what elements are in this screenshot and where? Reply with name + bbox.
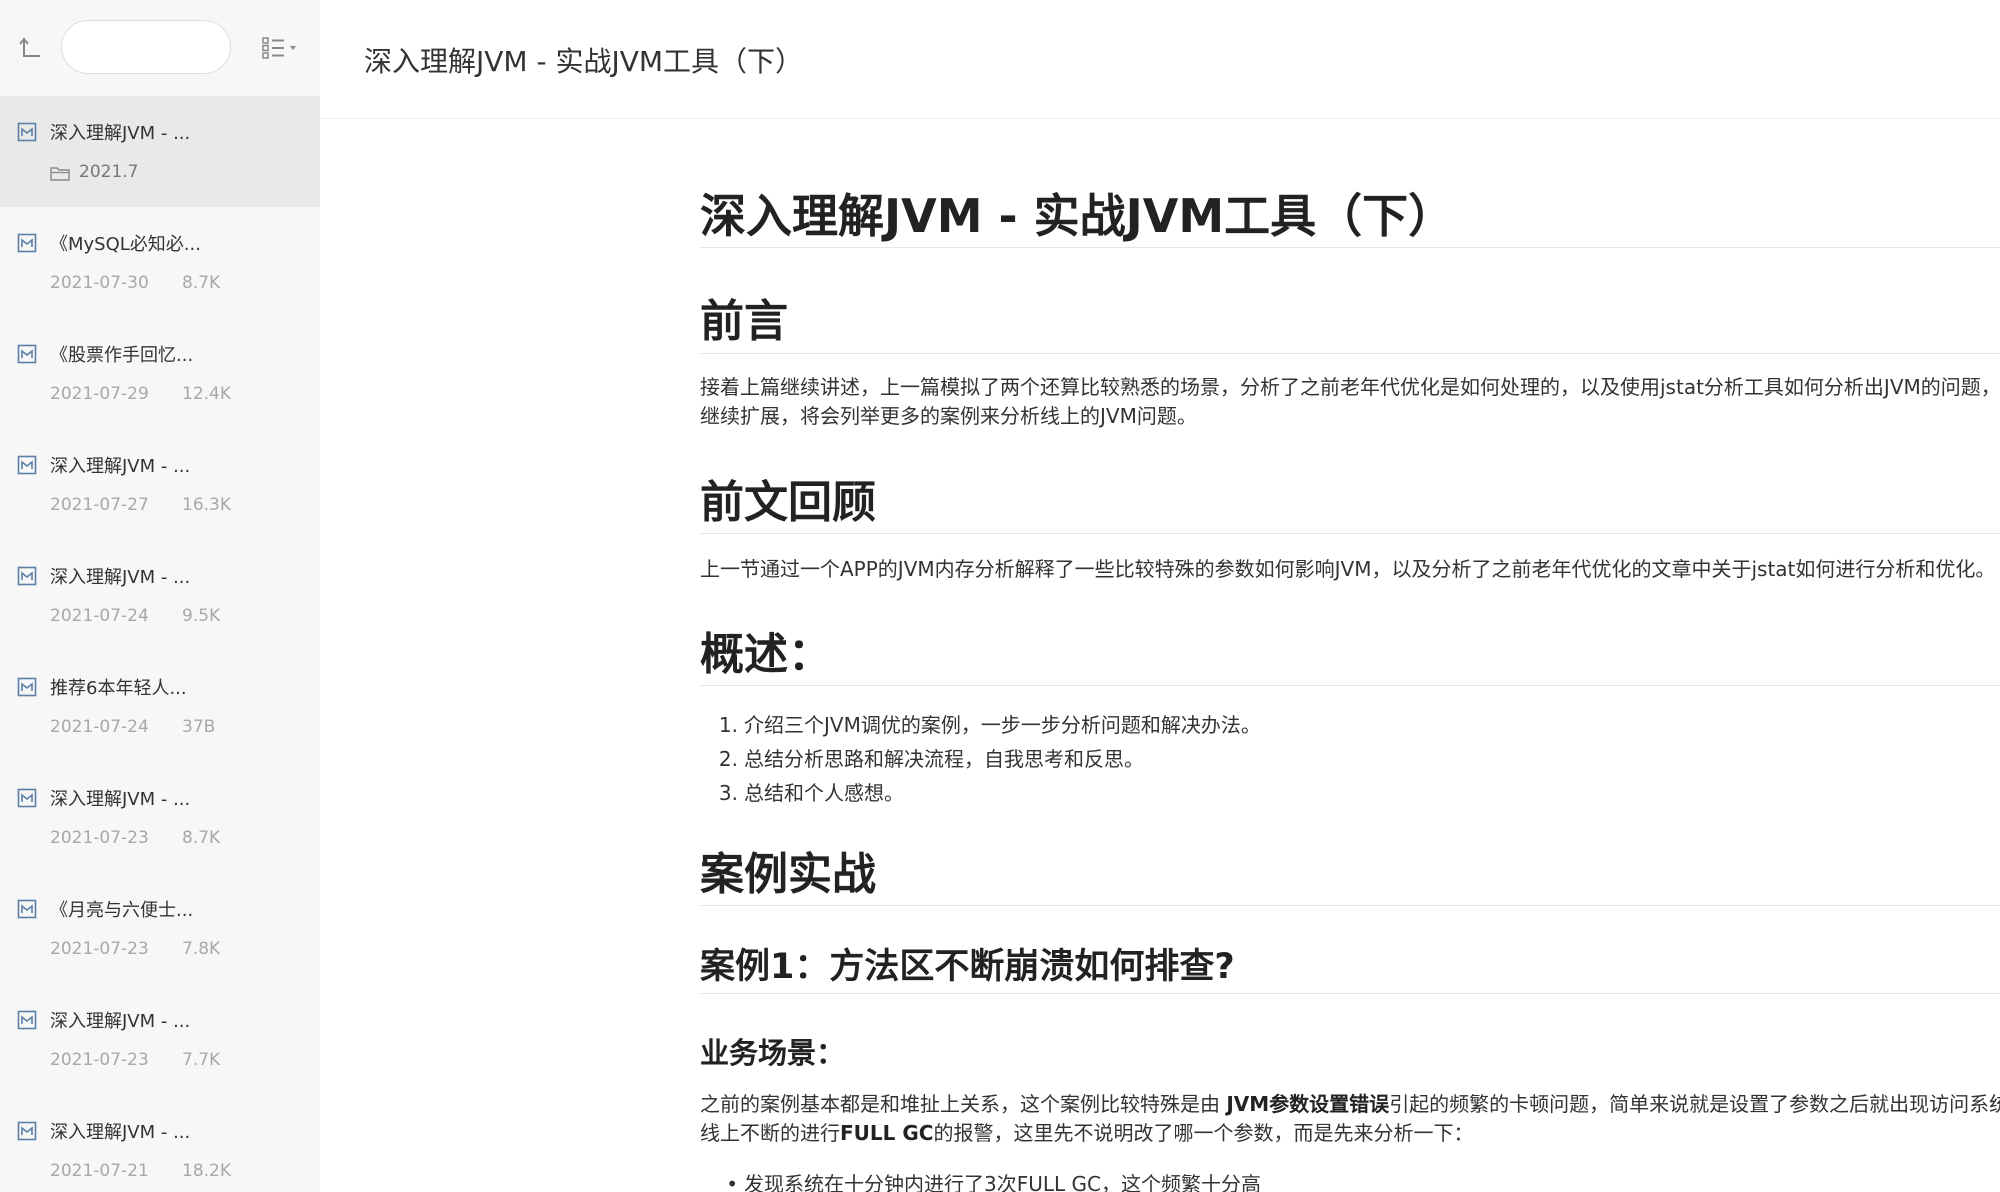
business-paragraph-line1: 之前的案例基本都是和堆扯上关系，这个案例比较特殊是由 JVM参数设置错误引起的频…: [700, 1090, 2000, 1119]
list-text: 总结分析思路和解决流程，自我思考和反思。: [744, 747, 1144, 771]
article-content: 深入理解JVM - 实战JVM工具（下） 前言 接着上篇继续讲述，上一篇模拟了两…: [700, 118, 2000, 1192]
article-h1: 深入理解JVM - 实战JVM工具（下）: [700, 189, 1455, 243]
list-text: 发现系统在十分钟内进行了3次FULL GC，这个频繁十分高: [744, 1172, 1261, 1192]
text-run: 的报警，这里先不说明改了哪一个参数，而是先来分析一下：: [933, 1121, 1474, 1145]
search-input[interactable]: [61, 20, 231, 74]
bold-text: JVM参数设置错误: [1226, 1092, 1390, 1116]
list-item: 2. 总结分析思路和解决流程，自我思考和反思。: [700, 742, 1261, 776]
list-item: 1. 介绍三个JVM调优的案例，一步一步分析问题和解决办法。: [700, 708, 1261, 742]
heading-divider: [700, 247, 2000, 248]
list-item-size: 7.7K: [182, 1050, 221, 1070]
list-item-date: 2021-07-24: [50, 717, 149, 737]
list-item-date: 2021-07-23: [50, 1050, 149, 1070]
heading-cases: 案例实战: [700, 849, 876, 900]
list-item-size: 18.2K: [182, 1161, 231, 1181]
list-item-title: 《MySQL必知必...: [50, 234, 201, 255]
list-item-date: 2021-07-21: [50, 1161, 149, 1181]
markdown-doc-icon: [17, 677, 37, 697]
list-text: 总结和个人感想。: [744, 781, 904, 805]
file-list-sidebar: 深入理解JVM - ... 2021.7 《MySQL必知必... 2021-0…: [0, 0, 320, 1192]
heading-overview: 概述：: [700, 629, 832, 680]
list-item-title: 深入理解JVM - ...: [50, 456, 191, 477]
list-item-title: 深入理解JVM - ...: [50, 567, 191, 588]
list-item-size: 8.7K: [182, 273, 221, 293]
bold-text: FULL GC: [840, 1121, 934, 1145]
list-item-title: 深入理解JVM - ...: [50, 789, 191, 810]
list-text: 介绍三个JVM调优的案例，一步一步分析问题和解决办法。: [744, 713, 1261, 737]
list-item-size: 37B: [182, 717, 216, 737]
back-arrow-icon[interactable]: [14, 34, 44, 64]
markdown-doc-icon: [17, 788, 37, 808]
list-item-date: 2021-07-24: [50, 606, 149, 626]
list-item-folder: 2021.7: [79, 162, 139, 182]
list-item[interactable]: 《月亮与六便士... 2021-07-23 7.8K: [0, 873, 320, 984]
list-item[interactable]: 《MySQL必知必... 2021-07-30 8.7K: [0, 207, 320, 318]
list-number: 1.: [718, 713, 738, 737]
list-item-date: 2021-07-23: [50, 939, 149, 959]
preface-paragraph-line1: 接着上篇继续讲述，上一篇模拟了两个还算比较熟悉的场景，分析了之前老年代优化是如何…: [700, 375, 2000, 399]
list-item-size: 16.3K: [182, 495, 231, 515]
list-number: 3.: [718, 781, 738, 805]
list-item-date: 2021-07-30: [50, 273, 149, 293]
review-paragraph: 上一节通过一个APP的JVM内存分析解释了一些比较特殊的参数如何影响JVM，以及…: [700, 557, 1996, 581]
list-item[interactable]: 《股票作手回忆... 2021-07-29 12.4K: [0, 318, 320, 429]
text-run: 之前的案例基本都是和堆扯上关系，这个案例比较特殊是由: [700, 1092, 1227, 1116]
list-item[interactable]: 深入理解JVM - ... 2021-07-21 18.2K: [0, 1095, 320, 1192]
heading-review: 前文回顾: [700, 477, 876, 528]
markdown-doc-icon: [17, 1010, 37, 1030]
markdown-doc-icon: [17, 344, 37, 364]
list-item: • 发现系统在十分钟内进行了3次FULL GC，这个频繁十分高: [700, 1167, 1261, 1192]
document-title: 深入理解JVM - 实战JVM工具（下）: [364, 45, 804, 78]
text-run: 引起的频繁的卡顿问题，简单来说就是设置了参数之后就出现访问系统卡: [1389, 1092, 2000, 1116]
markdown-doc-icon: [17, 233, 37, 253]
heading-divider: [700, 353, 2000, 354]
list-item-size: 8.7K: [182, 828, 221, 848]
list-item[interactable]: 推荐6本年轻人... 2021-07-24 37B: [0, 651, 320, 762]
list-item: 3. 总结和个人感想。: [700, 776, 1261, 810]
business-bullet-list: • 发现系统在十分钟内进行了3次FULL GC，这个频繁十分高: [700, 1167, 1261, 1192]
heading-divider: [700, 533, 2000, 534]
document-list: 深入理解JVM - ... 2021.7 《MySQL必知必... 2021-0…: [0, 96, 320, 1192]
list-item-date: 2021-07-29: [50, 384, 149, 404]
list-item-size: 9.5K: [182, 606, 221, 626]
markdown-doc-icon: [17, 455, 37, 475]
list-item[interactable]: 深入理解JVM - ... 2021-07-27 16.3K: [0, 429, 320, 540]
business-paragraph-line2: 线上不断的进行FULL GC的报警，这里先不说明改了哪一个参数，而是先来分析一下…: [700, 1119, 2000, 1148]
list-item[interactable]: 深入理解JVM - ... 2021-07-23 8.7K: [0, 762, 320, 873]
list-item[interactable]: 深入理解JVM - ... 2021-07-24 9.5K: [0, 540, 320, 651]
heading-divider: [700, 993, 2000, 994]
list-item-size: 12.4K: [182, 384, 231, 404]
list-item-date: 2021-07-27: [50, 495, 149, 515]
list-item-date: 2021-07-23: [50, 828, 149, 848]
markdown-doc-icon: [17, 1121, 37, 1141]
list-item-title: 推荐6本年轻人...: [50, 678, 187, 699]
list-item[interactable]: 深入理解JVM - ... 2021-07-23 7.7K: [0, 984, 320, 1095]
list-item-title: 深入理解JVM - ...: [50, 1011, 191, 1032]
heading-preface: 前言: [700, 296, 788, 347]
heading-business-scenario: 业务场景：: [700, 1036, 846, 1070]
bullet-mark: •: [726, 1172, 738, 1192]
document-header: 深入理解JVM - 实战JVM工具（下）: [320, 0, 2000, 119]
list-item-size: 7.8K: [182, 939, 221, 959]
list-item-active[interactable]: 深入理解JVM - ... 2021.7: [0, 96, 320, 207]
list-item-title: 深入理解JVM - ...: [50, 1122, 191, 1143]
list-sort-icon[interactable]: [262, 36, 300, 60]
sidebar-toolbar: [0, 0, 320, 96]
markdown-doc-icon: [17, 122, 37, 142]
list-item-title: 深入理解JVM - ...: [50, 123, 191, 144]
heading-case1: 案例1：方法区不断崩溃如何排查?: [700, 947, 1235, 987]
folder-icon: [50, 167, 70, 181]
list-item-title: 《股票作手回忆...: [50, 345, 194, 366]
overview-list: 1. 介绍三个JVM调优的案例，一步一步分析问题和解决办法。 2. 总结分析思路和解…: [700, 708, 1261, 810]
list-number: 2.: [718, 747, 738, 771]
heading-divider: [700, 905, 2000, 906]
list-item-title: 《月亮与六便士...: [50, 900, 194, 921]
markdown-doc-icon: [17, 566, 37, 586]
text-run: 线上不断的进行: [700, 1121, 840, 1145]
preface-paragraph-line2: 继续扩展，将会列举更多的案例来分析线上的JVM问题。: [700, 404, 1197, 428]
markdown-doc-icon: [17, 899, 37, 919]
heading-divider: [700, 685, 2000, 686]
